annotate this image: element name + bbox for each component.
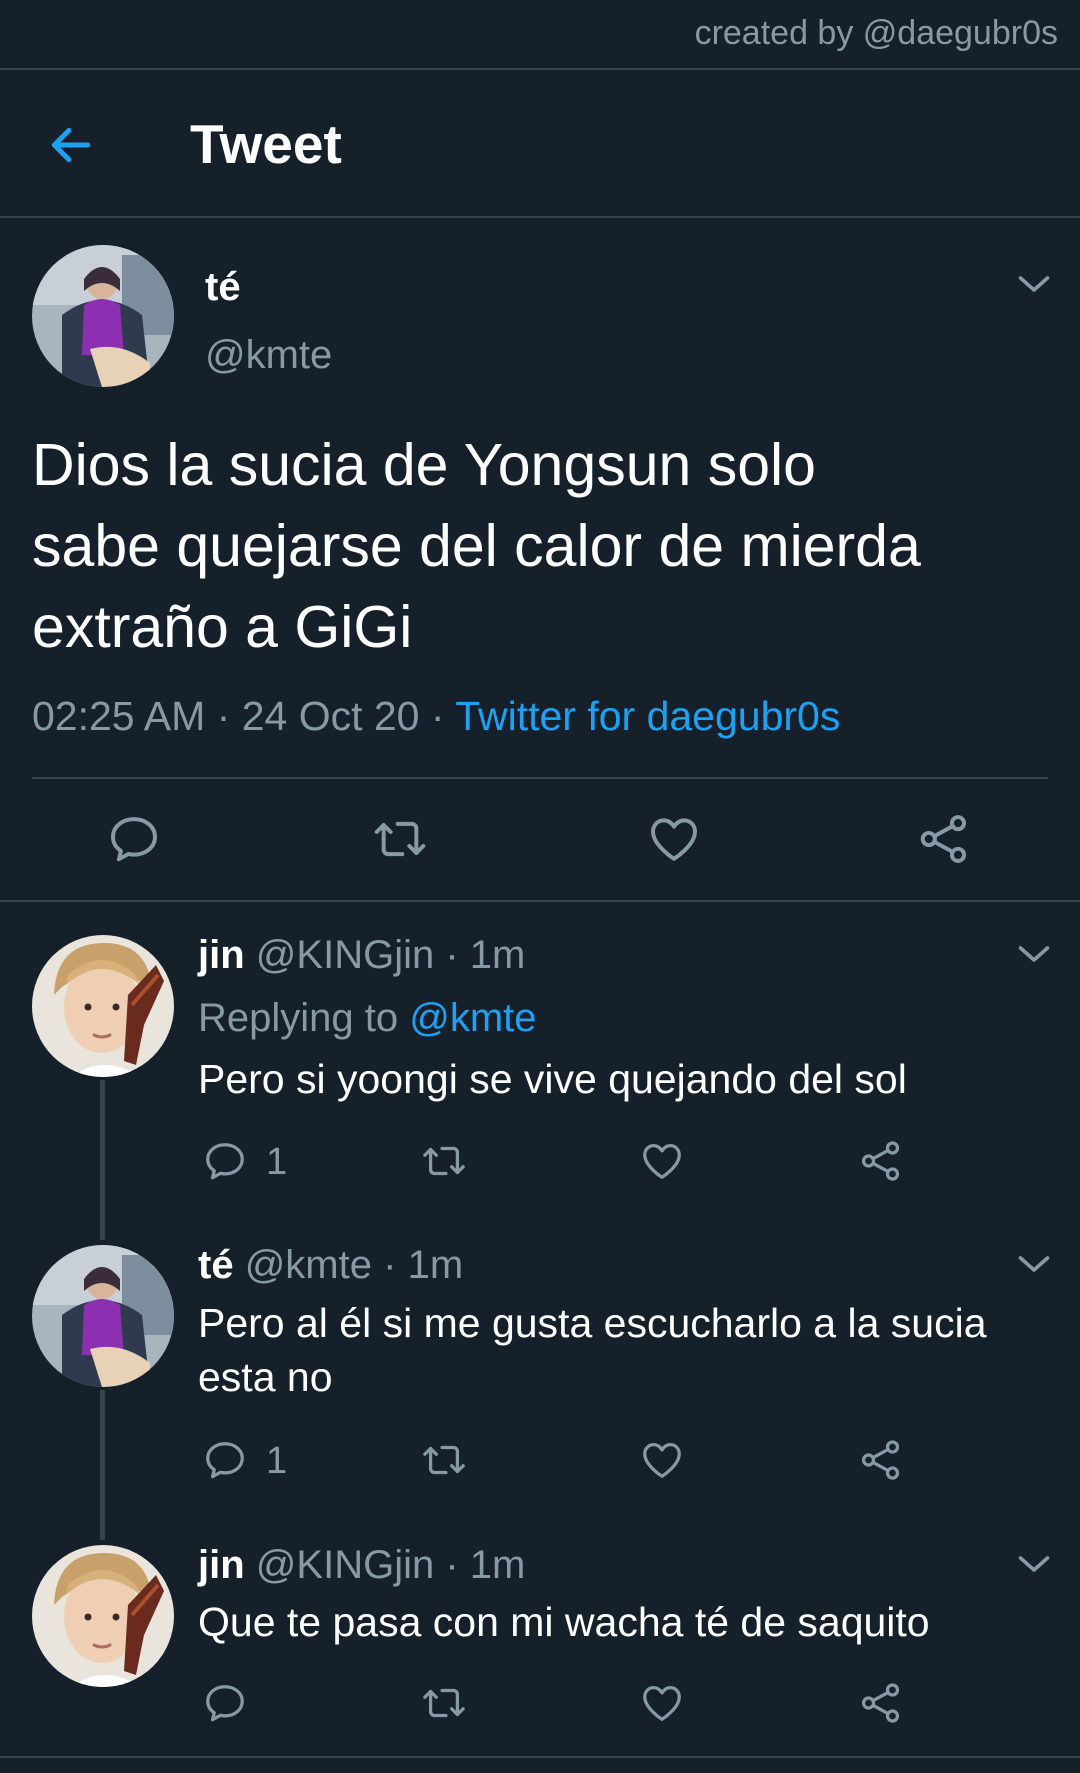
- avatar-image: [32, 1545, 174, 1687]
- avatar[interactable]: [32, 935, 174, 1077]
- reply-time: 1m: [469, 1543, 526, 1587]
- reply-author-handle[interactable]: @KINGjin: [256, 933, 434, 977]
- meta-separator: ·: [216, 693, 231, 739]
- divider: [32, 777, 1048, 779]
- reply-header: jin @KINGjin · 1m: [198, 1543, 525, 1588]
- tweet-time: 02:25 AM: [32, 693, 206, 739]
- reply-time: 1m: [469, 933, 526, 977]
- chevron-down-icon[interactable]: [1016, 1552, 1052, 1576]
- author-name[interactable]: té: [205, 265, 241, 310]
- reply-author-name[interactable]: jin: [198, 933, 245, 977]
- retweet-icon[interactable]: [421, 1437, 467, 1483]
- share-icon[interactable]: [858, 1680, 904, 1726]
- divider: [0, 68, 1080, 70]
- avatar[interactable]: [32, 1245, 174, 1387]
- tweet-source-link[interactable]: Twitter for daegubr0s: [455, 693, 840, 739]
- reply-author-name[interactable]: jin: [198, 1543, 245, 1587]
- retweet-icon[interactable]: [421, 1138, 467, 1184]
- divider: [0, 900, 1080, 902]
- watermark: created by @daegubr0s: [694, 14, 1058, 52]
- replying-to-label: Replying to: [198, 996, 399, 1040]
- share-icon[interactable]: [858, 1138, 904, 1184]
- reply-header: jin @KINGjin · 1m: [198, 933, 525, 978]
- reply-separator: ·: [445, 933, 459, 977]
- divider: [0, 216, 1080, 218]
- retweet-icon[interactable]: [372, 811, 428, 867]
- reply-author-handle[interactable]: @KINGjin: [256, 1543, 434, 1587]
- reply-header: té @kmte · 1m: [198, 1243, 463, 1288]
- reply-author-name[interactable]: té: [198, 1243, 234, 1287]
- reply-icon[interactable]: [202, 1138, 248, 1184]
- divider: [0, 1756, 1080, 1758]
- avatar[interactable]: [32, 1545, 174, 1687]
- avatar[interactable]: [32, 245, 174, 387]
- reply-author-handle[interactable]: @kmte: [245, 1243, 372, 1287]
- reply-separator: ·: [445, 1543, 459, 1587]
- chevron-down-icon[interactable]: [1016, 272, 1052, 296]
- avatar-image: [32, 1245, 174, 1387]
- reply-time: 1m: [407, 1243, 464, 1287]
- author-handle[interactable]: @kmte: [205, 333, 332, 378]
- like-icon[interactable]: [639, 1437, 685, 1483]
- like-icon[interactable]: [639, 1138, 685, 1184]
- reply-icon[interactable]: [202, 1437, 248, 1483]
- reply-text: Pero si yoongi se vive quejando del sol: [198, 1056, 907, 1102]
- thread-line: [100, 1390, 105, 1540]
- chevron-down-icon[interactable]: [1016, 1252, 1052, 1276]
- reply-text: Pero al él si me gusta escucharlo a la s…: [198, 1300, 987, 1400]
- thread-line: [100, 1080, 105, 1240]
- share-icon[interactable]: [858, 1437, 904, 1483]
- meta-separator: ·: [430, 693, 445, 739]
- arrow-left-icon[interactable]: [46, 120, 96, 170]
- like-icon[interactable]: [639, 1680, 685, 1726]
- like-icon[interactable]: [646, 811, 702, 867]
- chevron-down-icon[interactable]: [1016, 942, 1052, 966]
- avatar-image: [32, 245, 174, 387]
- page-title: Tweet: [190, 113, 342, 175]
- reply-icon[interactable]: [202, 1680, 248, 1726]
- retweet-icon[interactable]: [421, 1680, 467, 1726]
- share-icon[interactable]: [916, 811, 972, 867]
- tweet-date: 24 Oct 20: [241, 693, 420, 739]
- reply-icon[interactable]: [106, 811, 162, 867]
- reply-count: 1: [266, 1440, 288, 1482]
- reply-separator: ·: [383, 1243, 397, 1287]
- reply-text: Que te pasa con mi wacha té de saquito: [198, 1599, 930, 1645]
- avatar-image: [32, 935, 174, 1077]
- tweet-text: Dios la sucia de Yongsun solo sabe queja…: [32, 432, 921, 660]
- replying-to-line: Replying to @kmte: [198, 996, 537, 1041]
- tweet-meta: 02:25 AM · 24 Oct 20 · Twitter for daegu…: [32, 693, 840, 740]
- replying-to-link[interactable]: @kmte: [409, 996, 536, 1040]
- reply-count: 1: [266, 1141, 288, 1183]
